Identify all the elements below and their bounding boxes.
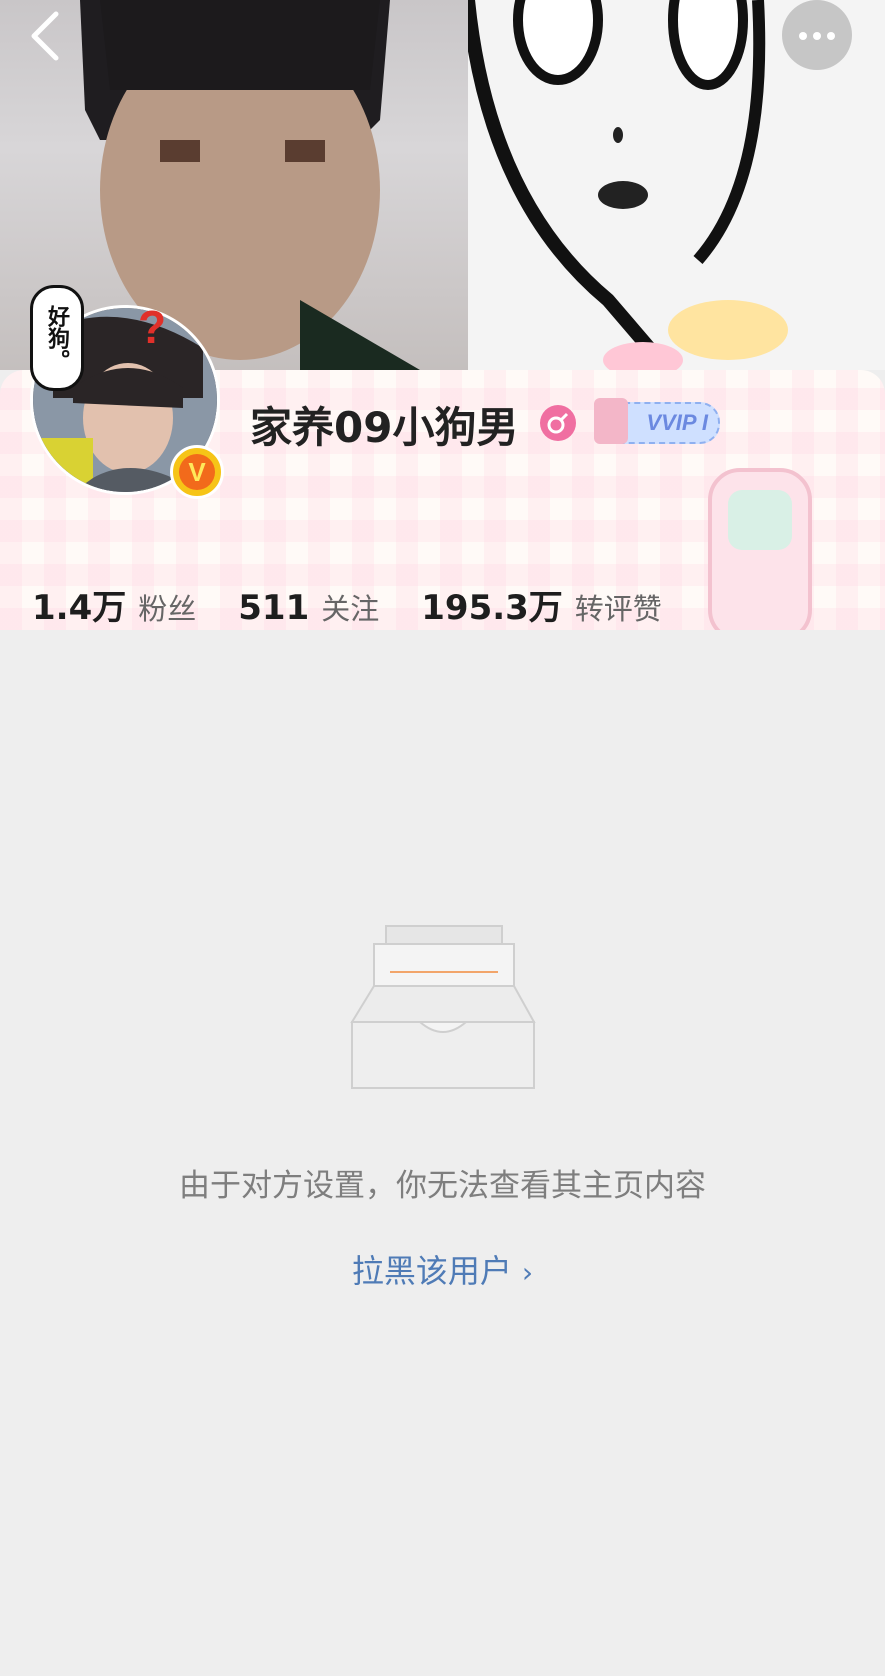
- avatar-speech-bubble: 好狗。: [30, 285, 84, 391]
- stat-value: 195.3万: [421, 588, 563, 628]
- more-dots-icon: [799, 32, 807, 40]
- stat-followers[interactable]: 1.4万 粉丝: [32, 580, 196, 629]
- stat-label: 粉丝: [138, 592, 197, 626]
- chevron-left-icon: [31, 11, 59, 61]
- empty-box-icon: [350, 925, 536, 1089]
- stat-label: 关注: [321, 592, 380, 626]
- verified-v-icon: V: [179, 454, 215, 490]
- female-icon: [540, 405, 576, 441]
- profile-stats: 1.4万 粉丝 511 关注 195.3万 转评赞: [32, 580, 704, 630]
- stat-value: 1.4万: [32, 588, 127, 628]
- more-button[interactable]: [782, 0, 852, 70]
- phone-sticker-icon: [708, 468, 812, 642]
- back-button[interactable]: [22, 10, 70, 62]
- stat-interactions[interactable]: 195.3万 转评赞: [421, 580, 662, 629]
- chevron-right-icon: ›: [521, 1256, 534, 1289]
- stat-label: 转评赞: [574, 592, 662, 626]
- stat-following[interactable]: 511 关注: [238, 586, 379, 628]
- content-area: [0, 630, 885, 1676]
- stat-value: 511: [238, 588, 310, 628]
- block-user-label: 拉黑该用户: [351, 1252, 512, 1290]
- avatar-question-mark: ?: [138, 301, 167, 353]
- username: 家养09小狗男: [250, 403, 519, 452]
- vip-mascot-icon: [594, 398, 628, 444]
- block-user-link[interactable]: 拉黑该用户 ›: [0, 1246, 885, 1292]
- verified-badge: V: [170, 445, 224, 499]
- restricted-notice: 由于对方设置，你无法查看其主页内容: [179, 1168, 706, 1204]
